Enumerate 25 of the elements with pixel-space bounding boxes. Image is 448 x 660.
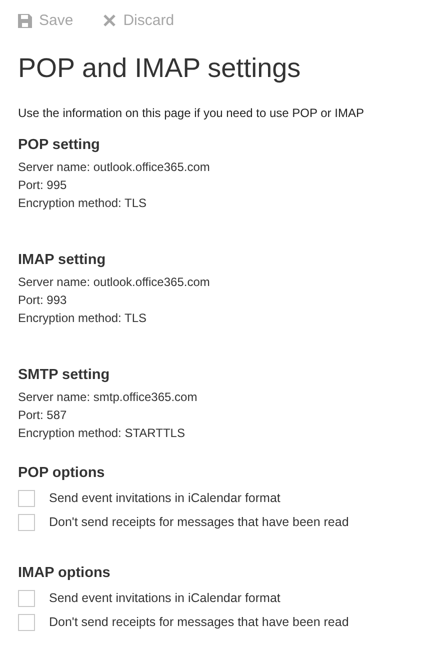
- setting-text: Encryption method: TLS: [18, 195, 148, 212]
- checkbox[interactable]: [18, 614, 35, 630]
- checkbox[interactable]: [18, 490, 35, 506]
- setting-text: Encryption method: TLS: [18, 310, 148, 327]
- section-heading: IMAP options: [18, 565, 112, 581]
- page-title: POP and IMAP settings: [18, 53, 302, 84]
- checkbox[interactable]: [18, 590, 35, 606]
- section-heading: IMAP setting: [18, 252, 107, 268]
- section-heading: POP options: [18, 465, 106, 481]
- checkbox-label: Send event invitations in iCalendar format: [49, 591, 280, 605]
- checkbox-label: Send event invitations in iCalendar format: [49, 491, 280, 505]
- intro-text: Use the information on this page if you need to use POP or IMAP: [18, 106, 365, 120]
- setting-text: Server name: smtp.office365.com: [18, 389, 198, 406]
- setting-text: Port: 587: [18, 407, 68, 424]
- setting-text: Port: 993: [18, 292, 68, 309]
- setting-text: Port: 995: [18, 177, 68, 194]
- close-icon: [103, 14, 116, 27]
- checkbox-label: Don't send receipts for messages that have been read: [49, 515, 349, 529]
- checkbox-label: Don't send receipts for messages that have been read: [49, 615, 349, 629]
- setting-text: Server name: outlook.office365.com: [18, 159, 211, 176]
- checkbox[interactable]: [18, 514, 35, 530]
- section-heading: SMTP setting: [18, 367, 111, 383]
- setting-text: Encryption method: STARTTLS: [18, 425, 186, 442]
- section-heading: POP setting: [18, 137, 101, 153]
- setting-text: Server name: outlook.office365.com: [18, 274, 211, 291]
